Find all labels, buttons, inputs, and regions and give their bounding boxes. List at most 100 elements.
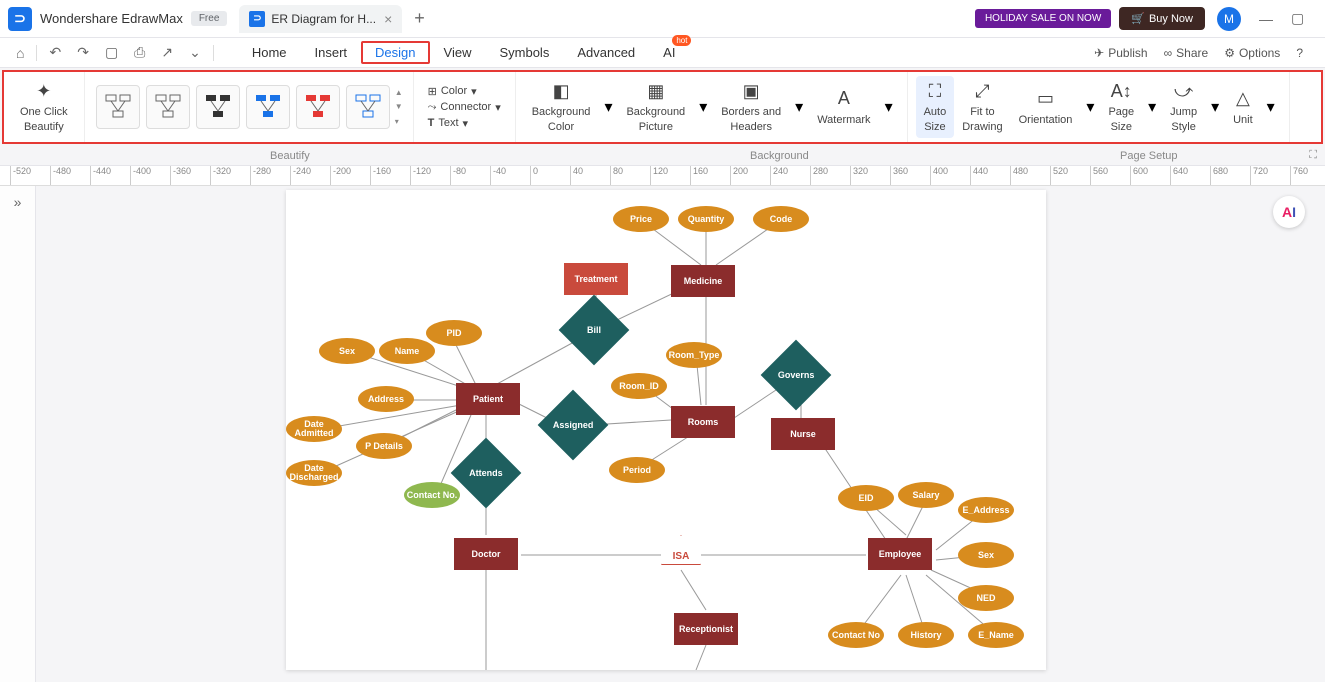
style-preset-5[interactable] — [296, 85, 340, 129]
rel-attends[interactable]: Attends — [451, 438, 522, 509]
attr-emp-contact[interactable]: Contact No — [828, 622, 884, 648]
ruler-tick: 320 — [850, 166, 868, 185]
more-dropdown[interactable]: ⌄ — [181, 40, 209, 65]
user-avatar[interactable]: M — [1217, 7, 1241, 31]
style-more-button[interactable]: ▾ — [395, 117, 403, 126]
style-down-button[interactable]: ▼ — [395, 102, 403, 111]
attr-pid[interactable]: PID — [426, 320, 482, 346]
publish-button[interactable]: ✈Publish — [1088, 44, 1153, 62]
canvas[interactable]: Price Quantity Code Treatment Medicine B… — [36, 186, 1325, 682]
entity-nurse[interactable]: Nurse — [771, 418, 835, 450]
bg-picture-dropdown[interactable]: ▾ — [693, 93, 713, 121]
redo-button[interactable]: ↷ — [69, 40, 97, 65]
attr-date-admitted[interactable]: Date Admitted — [286, 416, 342, 442]
menu-home[interactable]: Home — [238, 41, 301, 64]
attr-period[interactable]: Period — [609, 457, 665, 483]
rel-assigned[interactable]: Assigned — [538, 390, 609, 461]
menu-view[interactable]: View — [430, 41, 486, 64]
attr-address[interactable]: Address — [358, 386, 414, 412]
connector-dropdown[interactable]: ⤳Connector▾ — [426, 100, 503, 115]
close-tab-icon[interactable]: × — [384, 11, 392, 27]
help-button[interactable]: ? — [1290, 44, 1309, 62]
entity-medicine[interactable]: Medicine — [671, 265, 735, 297]
entity-rooms[interactable]: Rooms — [671, 406, 735, 438]
orientation-dropdown[interactable]: ▾ — [1080, 93, 1100, 121]
ruler-tick: 720 — [1250, 166, 1268, 185]
undo-button[interactable]: ↶ — [41, 40, 69, 65]
page-size-button[interactable]: A↕Page Size — [1100, 76, 1142, 138]
style-preset-1[interactable] — [96, 85, 140, 129]
unit-button[interactable]: △Unit — [1225, 83, 1261, 131]
entity-doctor[interactable]: Doctor — [454, 538, 518, 570]
attr-room-id[interactable]: Room_ID — [611, 373, 667, 399]
ai-assistant-badge[interactable]: AI — [1273, 196, 1305, 228]
entity-patient[interactable]: Patient — [456, 383, 520, 415]
watermark-icon: A — [838, 87, 850, 110]
jump-dropdown[interactable]: ▾ — [1205, 93, 1225, 121]
unit-dropdown[interactable]: ▾ — [1261, 93, 1281, 121]
style-preset-4[interactable] — [246, 85, 290, 129]
one-click-beautify-button[interactable]: ✦ One Click Beautify — [12, 76, 76, 138]
menu-symbols[interactable]: Symbols — [485, 41, 563, 64]
attr-salary[interactable]: Salary — [898, 482, 954, 508]
attr-room-type[interactable]: Room_Type — [666, 342, 722, 368]
panel-toggle-icon[interactable]: » — [14, 194, 22, 210]
auto-size-button[interactable]: ⛶Auto Size — [916, 76, 955, 138]
entity-treatment[interactable]: Treatment — [564, 263, 628, 295]
background-color-button[interactable]: ◧Background Color — [524, 76, 599, 138]
attr-date-discharged[interactable]: Date Discharged — [286, 460, 342, 486]
watermark-button[interactable]: AWatermark — [809, 83, 878, 131]
menu-design[interactable]: Design — [361, 41, 429, 64]
minimize-button[interactable]: — — [1259, 11, 1279, 27]
attr-emp-sex[interactable]: Sex — [958, 542, 1014, 568]
style-preset-6[interactable] — [346, 85, 390, 129]
section-expand-icon[interactable]: ⛶ — [1309, 149, 1317, 162]
borders-dropdown[interactable]: ▾ — [789, 93, 809, 121]
borders-headers-button[interactable]: ▣Borders and Headers — [713, 76, 789, 138]
maximize-button[interactable]: ▢ — [1291, 10, 1311, 27]
drawing-page[interactable]: Price Quantity Code Treatment Medicine B… — [286, 190, 1046, 670]
holiday-sale-button[interactable]: HOLIDAY SALE ON NOW — [975, 9, 1111, 28]
export-button[interactable]: ↗ — [153, 40, 181, 65]
menu-ai[interactable]: AI hot — [649, 41, 689, 64]
attr-eid[interactable]: EID — [838, 485, 894, 511]
menu-insert[interactable]: Insert — [301, 41, 362, 64]
orientation-button[interactable]: ▭Orientation — [1011, 83, 1081, 131]
watermark-dropdown[interactable]: ▾ — [879, 93, 899, 121]
home-icon[interactable]: ⌂ — [8, 41, 32, 65]
style-up-button[interactable]: ▲ — [395, 88, 403, 97]
options-button[interactable]: ⚙Options — [1218, 44, 1286, 62]
rel-isa[interactable]: ISA — [661, 535, 701, 565]
add-tab-button[interactable]: + — [414, 8, 425, 29]
background-picture-button[interactable]: ▦Background Picture — [618, 76, 693, 138]
menu-advanced[interactable]: Advanced — [563, 41, 649, 64]
attr-p-details[interactable]: P Details — [356, 433, 412, 459]
attr-name[interactable]: Name — [379, 338, 435, 364]
style-preset-3[interactable] — [196, 85, 240, 129]
attr-code[interactable]: Code — [753, 206, 809, 232]
fit-to-drawing-button[interactable]: ⤢Fit to Drawing — [954, 76, 1010, 138]
attr-ned[interactable]: NED — [958, 585, 1014, 611]
attr-e-address[interactable]: E_Address — [958, 497, 1014, 523]
entity-receptionist[interactable]: Receptionist — [674, 613, 738, 645]
save-button[interactable]: ▢ — [97, 40, 126, 65]
text-dropdown[interactable]: TText▾ — [426, 116, 503, 131]
page-size-dropdown[interactable]: ▾ — [1142, 93, 1162, 121]
attr-sex[interactable]: Sex — [319, 338, 375, 364]
bg-color-dropdown[interactable]: ▾ — [598, 93, 618, 121]
jump-style-button[interactable]: ⤻Jump Style — [1162, 76, 1205, 138]
rel-bill[interactable]: Bill — [559, 295, 630, 366]
color-dropdown[interactable]: ⊞Color▾ — [426, 84, 503, 99]
buy-now-button[interactable]: 🛒 Buy Now — [1119, 7, 1205, 30]
attr-history[interactable]: History — [898, 622, 954, 648]
share-button[interactable]: ∞Share — [1158, 44, 1215, 62]
style-preset-2[interactable] — [146, 85, 190, 129]
document-tab[interactable]: ⊃ ER Diagram for H... × — [239, 5, 402, 33]
entity-employee[interactable]: Employee — [868, 538, 932, 570]
attr-price[interactable]: Price — [613, 206, 669, 232]
attr-quantity[interactable]: Quantity — [678, 206, 734, 232]
print-button[interactable]: ⎙ — [126, 40, 153, 65]
rel-governs[interactable]: Governs — [761, 340, 832, 411]
attr-e-name[interactable]: E_Name — [968, 622, 1024, 648]
attr-contact-no[interactable]: Contact No. — [404, 482, 460, 508]
